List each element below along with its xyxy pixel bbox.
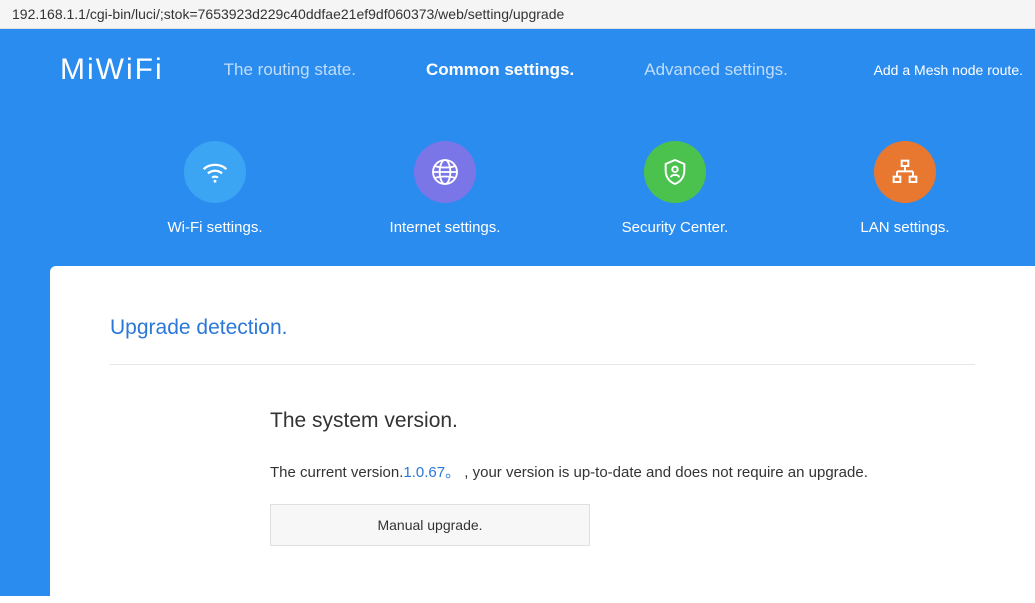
version-line: The current version.1.0.67。 , your versi… xyxy=(270,461,975,482)
sub-wifi-label: Wi-Fi settings. xyxy=(100,219,330,236)
nav-common[interactable]: Common settings. xyxy=(426,60,574,80)
version-number: 1.0.67。 xyxy=(403,464,460,481)
lan-icon xyxy=(874,141,936,203)
content-panel: Upgrade detection. The system version. T… xyxy=(50,266,1035,596)
nav-advanced[interactable]: Advanced settings. xyxy=(644,60,788,80)
section-title: Upgrade detection. xyxy=(110,316,975,365)
nav-routing[interactable]: The routing state. xyxy=(224,60,356,80)
sub-wifi[interactable]: Wi-Fi settings. xyxy=(100,141,330,236)
sub-security-label: Security Center. xyxy=(560,219,790,236)
wifi-icon xyxy=(184,141,246,203)
content-body: The system version. The current version.… xyxy=(270,409,975,546)
sub-nav: Wi-Fi settings. Internet settings. xyxy=(0,111,1035,266)
sub-state[interactable]: The st xyxy=(1020,141,1035,236)
version-suffix: , your version is up-to-date and does no… xyxy=(460,464,868,481)
system-version-title: The system version. xyxy=(270,409,975,433)
sub-internet-label: Internet settings. xyxy=(330,219,560,236)
shield-icon xyxy=(644,141,706,203)
globe-icon xyxy=(414,141,476,203)
top-nav: MiWiFi The routing state. Common setting… xyxy=(0,29,1035,111)
nav-mesh[interactable]: Add a Mesh node route. xyxy=(874,62,1023,78)
url-bar[interactable]: 192.168.1.1/cgi-bin/luci/;stok=7653923d2… xyxy=(0,0,1035,29)
main-area: MiWiFi The routing state. Common setting… xyxy=(0,29,1035,596)
manual-upgrade-button[interactable]: Manual upgrade. xyxy=(270,504,590,546)
sub-lan-label: LAN settings. xyxy=(790,219,1020,236)
sub-state-label: The st xyxy=(1020,219,1035,236)
sub-security[interactable]: Security Center. xyxy=(560,141,790,236)
sub-lan[interactable]: LAN settings. xyxy=(790,141,1020,236)
logo: MiWiFi xyxy=(60,53,164,87)
version-prefix: The current version. xyxy=(270,464,403,481)
sub-internet[interactable]: Internet settings. xyxy=(330,141,560,236)
